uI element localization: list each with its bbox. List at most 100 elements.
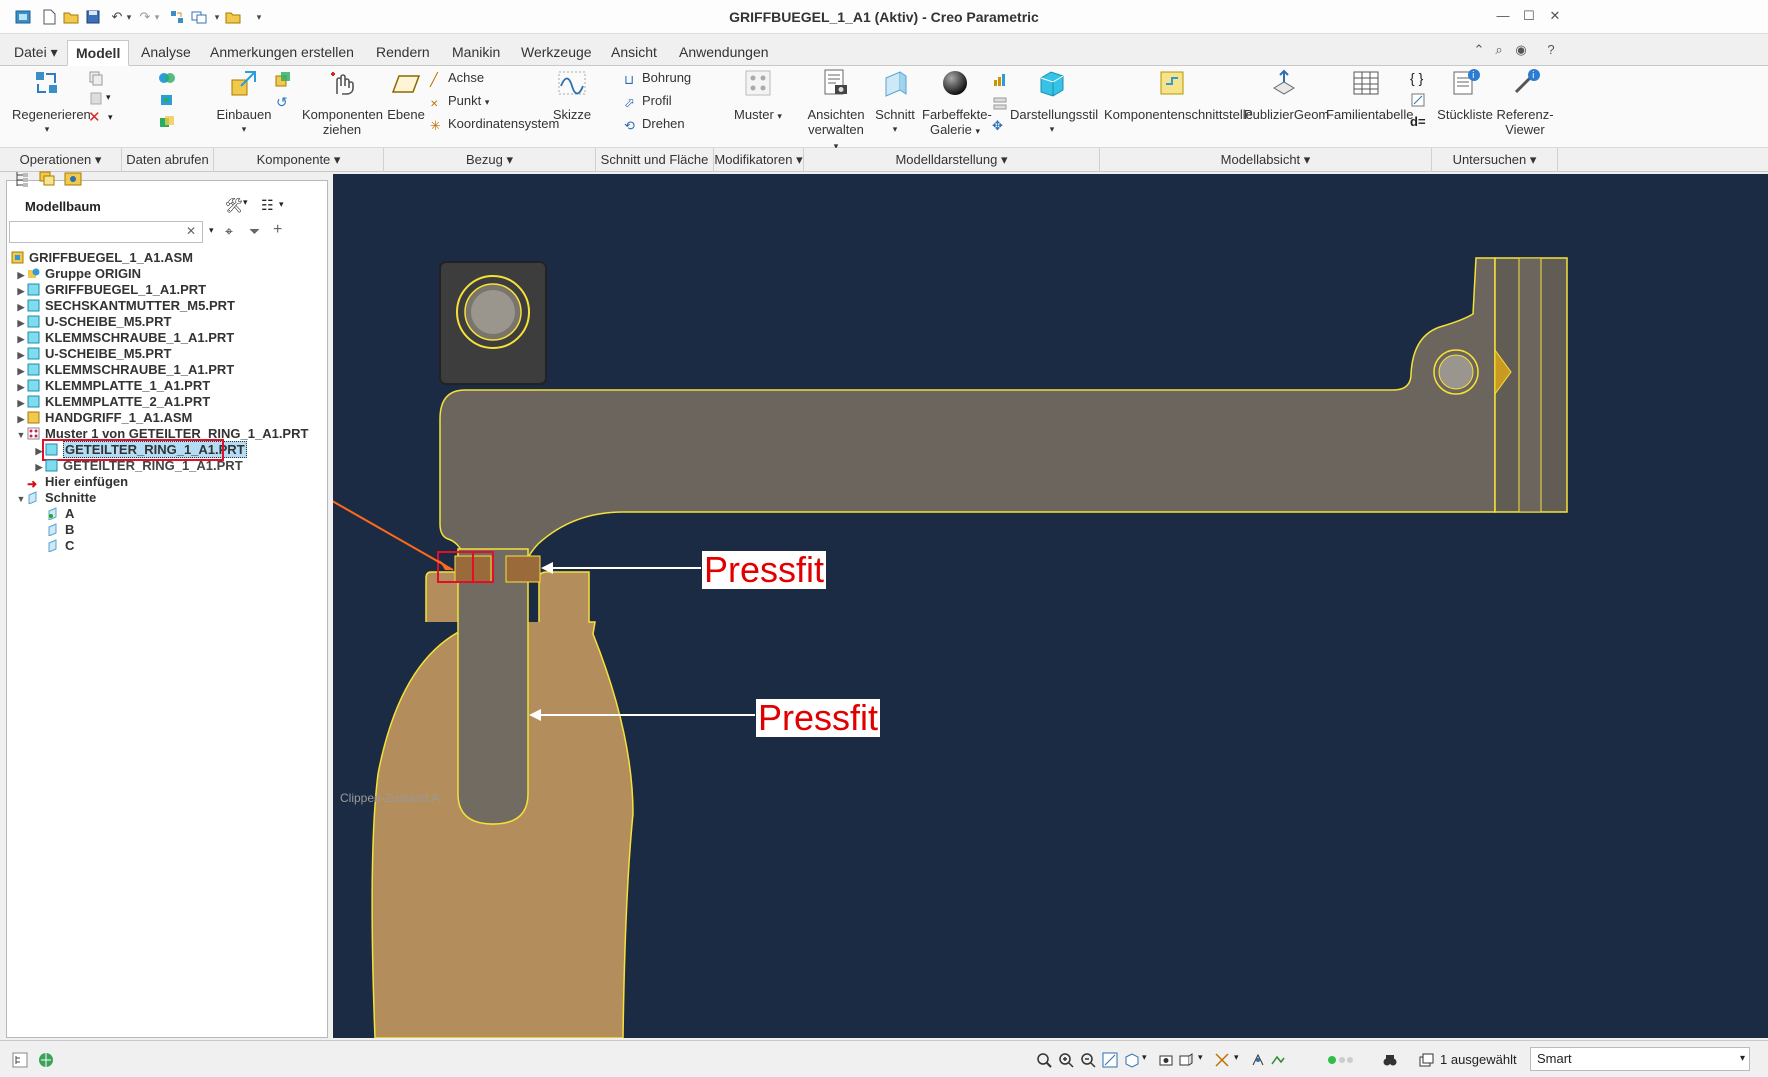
minimize-icon[interactable]: — [1490, 8, 1516, 26]
paste-icon[interactable] [88, 90, 104, 106]
collapse-icon[interactable]: ▼ [15, 426, 27, 444]
pivot-bolt[interactable] [1438, 354, 1474, 390]
chevron-down-icon[interactable]: ▾ [1740, 1048, 1745, 1070]
copy-icon[interactable] [88, 70, 104, 86]
orientations-dropdown-icon[interactable]: ▾ [1142, 1052, 1158, 1068]
saved-orientations-icon[interactable] [1124, 1052, 1140, 1068]
svg-text:i: i [1532, 71, 1535, 81]
komponenten-ziehen-button[interactable]: Komponenten ziehen [302, 68, 383, 137]
tab-rendern[interactable]: Rendern [368, 40, 438, 66]
profil-button[interactable]: ⬀ Profil [624, 93, 672, 110]
search-dropdown-icon[interactable]: ▾ [209, 225, 214, 236]
geteilter-ring-2[interactable] [505, 555, 541, 583]
selection-set-icon[interactable] [1418, 1052, 1434, 1068]
group-daten-abrufen[interactable]: Daten abrufen ▾ [122, 148, 214, 191]
repaint-icon[interactable] [1102, 1052, 1118, 1068]
komponentenschnittstelle-button[interactable]: Komponentenschnittstelle [1104, 68, 1253, 122]
bohrung-button[interactable]: ⊔ Bohrung [624, 70, 691, 87]
create-component-icon[interactable] [274, 70, 292, 88]
group-modellabsicht[interactable]: Modellabsicht ▾ [1100, 148, 1432, 172]
datum-dropdown-icon[interactable]: ▾ [1234, 1052, 1250, 1068]
graphics-viewport[interactable]: Pressfit Pressfit Clippen-Zustand:A [333, 174, 1768, 1038]
parameters-icon[interactable] [1410, 92, 1426, 108]
folder-browser-tab-icon[interactable] [37, 169, 61, 193]
group-schnitt-und-flaeche[interactable]: Schnitt und Fläche ▾ [596, 148, 714, 191]
tab-manikin[interactable]: Manikin [444, 40, 508, 66]
punkt-button[interactable]: ✕ Punkt ▾ [430, 93, 489, 111]
darstellungsstil-button[interactable]: Darstellungsstil ▾ [1010, 68, 1098, 137]
farbeffekte-galerie-button[interactable]: Farbeffekte- Galerie ▾ [922, 68, 992, 139]
group-untersuchen[interactable]: Untersuchen ▾ [1432, 148, 1558, 172]
delete-dropdown-icon[interactable]: ▾ [108, 112, 113, 123]
stueckliste-button[interactable]: i Stückliste [1436, 68, 1494, 122]
delete-icon[interactable]: ✕ [88, 110, 104, 126]
tree-settings-dropdown-icon[interactable]: ▾ [243, 197, 248, 208]
tree-columns-dropdown-icon[interactable]: ▾ [279, 199, 284, 210]
find-icon[interactable] [1382, 1052, 1398, 1068]
group-komponente[interactable]: Komponente ▾ [214, 148, 384, 172]
collapse-icon[interactable]: ▼ [15, 490, 27, 508]
tab-datei[interactable]: Datei ▾ [6, 40, 66, 66]
tab-anmerkungen[interactable]: Anmerkungen erstellen [202, 40, 362, 66]
close-icon[interactable]: ✕ [1542, 8, 1568, 26]
skizze-button[interactable]: Skizze [552, 68, 592, 122]
refresh-component-icon[interactable]: ↺ [276, 94, 294, 112]
spin-center-icon[interactable] [1250, 1052, 1266, 1068]
tab-werkzeuge[interactable]: Werkzeuge [513, 40, 600, 66]
einbauen-button[interactable]: Einbauen ▾ [216, 68, 272, 137]
tab-anwendungen[interactable]: Anwendungen [671, 40, 777, 66]
perspective-icon[interactable]: ✥ [992, 118, 1008, 134]
paste-dropdown-icon[interactable]: ▾ [106, 92, 111, 103]
tree-search-input[interactable]: ✕ [9, 221, 203, 243]
drehen-button[interactable]: ⟲ Drehen [624, 116, 685, 133]
tab-analyse[interactable]: Analyse [133, 40, 199, 66]
refit-icon[interactable] [1036, 1052, 1052, 1068]
switch-dimensions-icon[interactable]: d= [1410, 114, 1426, 129]
regenerieren-button[interactable]: Regenerieren ▾ [12, 68, 91, 137]
clear-search-icon[interactable]: ✕ [186, 224, 196, 238]
copy-geom-icon[interactable] [158, 70, 176, 86]
show-navigator-icon[interactable] [12, 1052, 28, 1068]
koordinatensystem-button[interactable]: ✳ Koordinatensystem [430, 116, 559, 133]
tree-settings-icon[interactable]: 🛠 [225, 197, 243, 214]
tree-item-section-c[interactable]: C [47, 537, 74, 555]
group-modelldarstellung[interactable]: Modelldarstellung ▾ [804, 148, 1100, 172]
zoom-out-icon[interactable] [1080, 1052, 1096, 1068]
datum-display-icon[interactable] [1214, 1052, 1230, 1068]
relations-icon[interactable]: { } [1410, 70, 1423, 86]
schnitt-button[interactable]: Schnitt ▾ [874, 68, 916, 137]
shrinkwrap-icon[interactable] [158, 92, 176, 108]
maximize-icon[interactable]: ☐ [1516, 8, 1542, 26]
cad-model-view[interactable] [333, 174, 1768, 1038]
ansichten-verwalten-button[interactable]: Ansichten verwalten ▾ [806, 68, 866, 154]
merge-icon[interactable] [158, 114, 176, 130]
display-style-dropdown-icon[interactable]: ▾ [1198, 1052, 1214, 1068]
model-tree-tab-icon[interactable] [13, 169, 37, 193]
tab-modell[interactable]: Modell [67, 40, 130, 66]
ebene-button[interactable]: Ebene [386, 68, 426, 122]
community-icon[interactable]: ◉ [1508, 42, 1534, 60]
find-binoculars-icon[interactable]: ⌖ [225, 223, 233, 240]
referenz-viewer-button[interactable]: i Referenz- Viewer [1496, 68, 1554, 137]
familientabelle-button[interactable]: Familientabelle [1326, 68, 1413, 122]
annotation-display-icon[interactable] [1270, 1052, 1286, 1068]
display-style-small-icon-2[interactable] [1178, 1052, 1194, 1068]
publiziergeom-button[interactable]: PublizierGeom [1244, 68, 1329, 122]
muster-button[interactable]: Muster ▾ [730, 68, 786, 124]
favorites-tab-icon[interactable] [63, 169, 87, 193]
selection-filter-select[interactable]: Smart ▾ [1530, 1047, 1750, 1071]
group-modifikatoren[interactable]: Modifikatoren ▾ [714, 148, 804, 172]
tree-columns-icon[interactable]: ☷ [261, 197, 274, 214]
group-bezug[interactable]: Bezug ▾ [384, 148, 596, 172]
achse-button[interactable]: ╱ Achse [430, 70, 484, 87]
zoom-in-icon[interactable] [1058, 1052, 1074, 1068]
browser-icon[interactable] [38, 1052, 54, 1068]
display-style-small-icon[interactable] [992, 72, 1008, 88]
add-column-icon[interactable]: + [273, 221, 282, 239]
layer-icon[interactable] [992, 96, 1008, 112]
filter-icon[interactable]: ⏷ [249, 223, 260, 240]
view-manager-small-icon[interactable] [1158, 1052, 1174, 1068]
tab-ansicht[interactable]: Ansicht [603, 40, 665, 66]
stem[interactable] [457, 548, 529, 825]
help-icon[interactable]: ? [1538, 42, 1564, 60]
